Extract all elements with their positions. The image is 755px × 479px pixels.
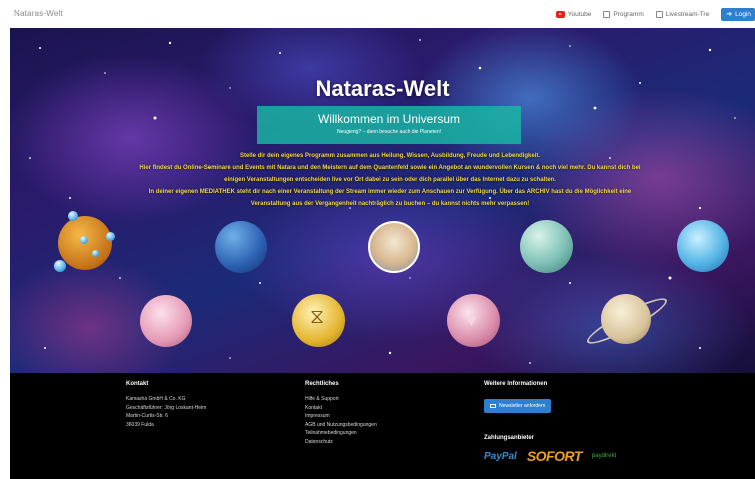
legal-link-contact[interactable]: Kontakt [305,404,377,413]
planet-blue[interactable] [215,221,267,273]
footer-contact: Kontakt Kamasha GmbH & Co. KG Geschäftsf… [126,381,206,429]
login-label: Login [735,11,751,18]
bubble [92,250,99,257]
nav-program[interactable]: Programm [603,11,644,18]
hero-title: Nataras-Welt [315,76,450,101]
contact-line: Martin-Curtis-Str. 6 [126,413,168,419]
top-navigation: Youtube Programm Livestream-Tre ➜ Login [555,8,755,21]
footer: Kontakt Kamasha GmbH & Co. KG Geschäftsf… [10,373,755,479]
hero-line: einigen Veranstaltungen entscheiden live… [224,177,556,183]
contact-heading: Kontakt [126,381,149,387]
mail-icon [490,404,496,408]
welcome-title: Willkommen im Universum [317,112,460,126]
nav-program-label: Programm [613,11,644,18]
bubble [54,260,66,272]
hero-description: Stelle dir dein eigenes Programm zusamme… [100,150,680,210]
legal-link-privacy[interactable]: Datenschutz [305,438,377,447]
footer-info: Weitere Informationen Newsletter anforde… [484,381,616,464]
paydirekt-logo: paydirekt [591,453,617,459]
program-icon [603,11,611,18]
bubble [68,211,78,221]
info-heading: Weitere Informationen [484,381,548,387]
legal-link-imprint[interactable]: Impressum [305,412,377,421]
planet-natara-portrait[interactable] [368,221,420,273]
hero-line: Veranstaltung aus der Vergangenheit nach… [250,201,530,207]
paypal-logo: PayPal [484,450,517,462]
contact-line: Geschäftsführer: Jörg Loskant-Heim [126,404,207,411]
legal-link-participation[interactable]: Teilnahmebedingungen [305,429,377,438]
hero-line: Stelle dir dein eigenes Programm zusamme… [239,153,541,159]
nav-livestream[interactable]: Livestream-Tre [655,11,710,18]
contact-line: Kamasha GmbH & Co. KG [126,396,186,402]
heart-icon: ♥ [466,310,477,330]
nav-youtube-label: Youtube [567,11,592,18]
universe-hero: Nataras-Welt Willkommen im Universum Neu… [10,28,755,373]
dna-icon: ⧖ [310,306,325,328]
planet-sea[interactable] [520,220,573,273]
hero-line: Hier findest du Online-Seminare und Even… [139,165,641,171]
top-bar: Nataras-Welt Youtube Programm Livestream… [0,0,755,28]
contact-line: 36039 Fulda [126,421,154,428]
planet-pink[interactable] [140,295,192,347]
livestream-icon [655,11,663,18]
planet-cyan[interactable] [677,220,729,272]
bubble [106,232,115,241]
brand-logo[interactable]: Nataras-Welt [14,9,63,18]
newsletter-button[interactable]: Newsletter anfordern [484,399,552,413]
youtube-icon [555,11,565,18]
footer-legal: Rechtliches Hilfe & Support Kontakt Impr… [305,381,377,446]
hero-line: In deiner eigenen MEDIATHEK steht dir na… [148,189,632,195]
welcome-banner: Willkommen im Universum Neugierig? – dan… [257,106,521,144]
legal-link-terms[interactable]: AGB und Nutzungsbedingungen [305,421,377,430]
newsletter-label: Newsletter anfordern [499,403,546,409]
welcome-subtitle: Neugierig? – dann besuche auch die Plane… [337,129,441,135]
payment-heading: Zahlungsanbieter [484,435,535,441]
nav-livestream-label: Livestream-Tre [665,11,710,18]
planet-saturn[interactable] [601,294,651,344]
nav-youtube[interactable]: Youtube [555,11,592,18]
login-button[interactable]: ➜ Login [721,8,755,21]
legal-link-help[interactable]: Hilfe & Support [305,395,377,404]
payment-providers: PayPal SOFORT paydirekt [484,448,616,464]
sofort-logo: SOFORT [526,448,583,464]
bubble [80,236,88,244]
login-icon: ➜ [726,11,733,18]
legal-heading: Rechtliches [305,381,339,387]
